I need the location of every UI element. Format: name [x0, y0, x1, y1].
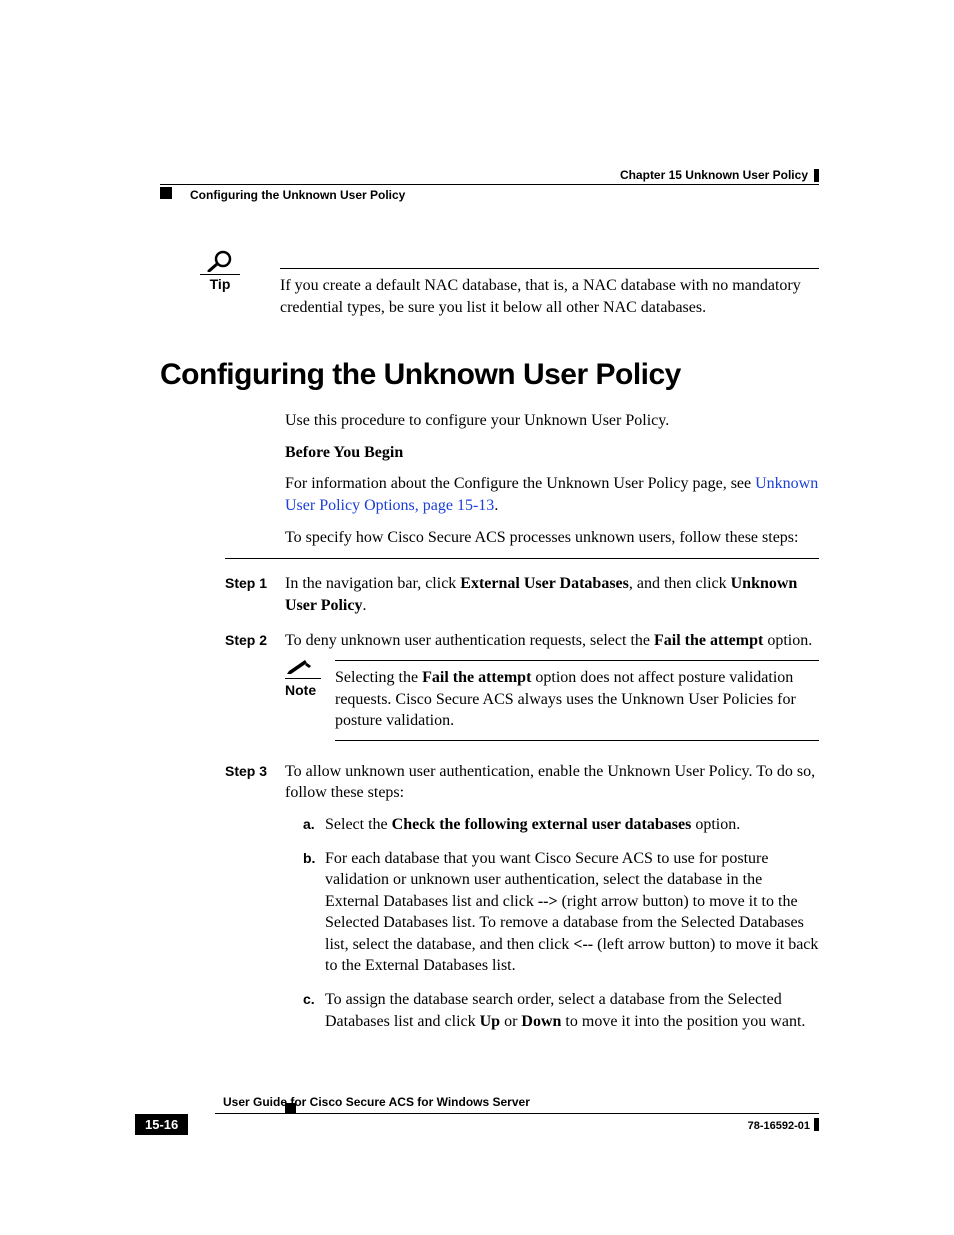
- step-body: In the navigation bar, click External Us…: [285, 573, 819, 616]
- header-mark-icon: [814, 169, 819, 182]
- note-icon-column: Note: [285, 660, 335, 741]
- specify-text: To specify how Cisco Secure ACS processe…: [285, 527, 819, 549]
- sub-step-b: b. For each database that you want Cisco…: [303, 848, 819, 978]
- doc-number: 78-16592-01: [748, 1120, 810, 1132]
- note-text: Selecting the Fail the attempt option do…: [335, 660, 819, 741]
- sub-step-a: a. Select the Check the following extern…: [303, 814, 819, 836]
- content-area: Tip If you create a default NAC database…: [160, 250, 819, 1058]
- step-1: Step 1 In the navigation bar, click Exte…: [225, 573, 819, 616]
- step-body: To deny unknown user authentication requ…: [285, 630, 819, 746]
- magnifier-icon: [206, 250, 234, 272]
- step-2: Step 2 To deny unknown user authenticati…: [225, 630, 819, 746]
- intro-text: Use this procedure to configure your Unk…: [285, 410, 819, 432]
- footer-guide-title: User Guide for Cisco Secure ACS for Wind…: [223, 1095, 530, 1109]
- running-header-right: Chapter 15 Unknown User Policy: [620, 168, 819, 182]
- sub-step-list: a. Select the Check the following extern…: [303, 814, 819, 1032]
- tip-icon-column: Tip: [160, 250, 280, 292]
- footer-mark-icon: [814, 1118, 819, 1131]
- step-label: Step 2: [225, 630, 285, 746]
- steps-divider: [225, 558, 819, 559]
- page-title: Configuring the Unknown User Policy: [160, 358, 819, 392]
- step-3: Step 3 To allow unknown user authenticat…: [225, 761, 819, 1045]
- pencil-icon: [285, 660, 311, 676]
- tip-label: Tip: [200, 274, 240, 292]
- page-footer: User Guide for Cisco Secure ACS for Wind…: [135, 1093, 819, 1135]
- before-you-begin-label: Before You Begin: [285, 442, 819, 464]
- section-square-icon: [160, 187, 172, 199]
- sub-step-c: c. To assign the database search order, …: [303, 989, 819, 1032]
- header-rule: [160, 184, 819, 185]
- note-label: Note: [285, 678, 321, 700]
- footer-square-icon: [285, 1103, 296, 1114]
- step-label: Step 3: [225, 761, 285, 1045]
- note-block: Note Selecting the Fail the attempt opti…: [285, 660, 819, 741]
- tip-block: Tip If you create a default NAC database…: [160, 250, 819, 318]
- document-page: Chapter 15 Unknown User Policy Configuri…: [0, 0, 954, 1235]
- step-body: To allow unknown user authentication, en…: [285, 761, 819, 1045]
- step-label: Step 1: [225, 573, 285, 616]
- intro-block: Use this procedure to configure your Unk…: [285, 410, 819, 548]
- before-text: For information about the Configure the …: [285, 473, 819, 516]
- chapter-label: Chapter 15 Unknown User Policy: [620, 168, 808, 182]
- page-number-badge: 15-16: [135, 1114, 188, 1135]
- doc-number-wrap: 78-16592-01: [748, 1116, 819, 1134]
- running-header-left: Configuring the Unknown User Policy: [190, 188, 405, 202]
- tip-text: If you create a default NAC database, th…: [280, 268, 819, 318]
